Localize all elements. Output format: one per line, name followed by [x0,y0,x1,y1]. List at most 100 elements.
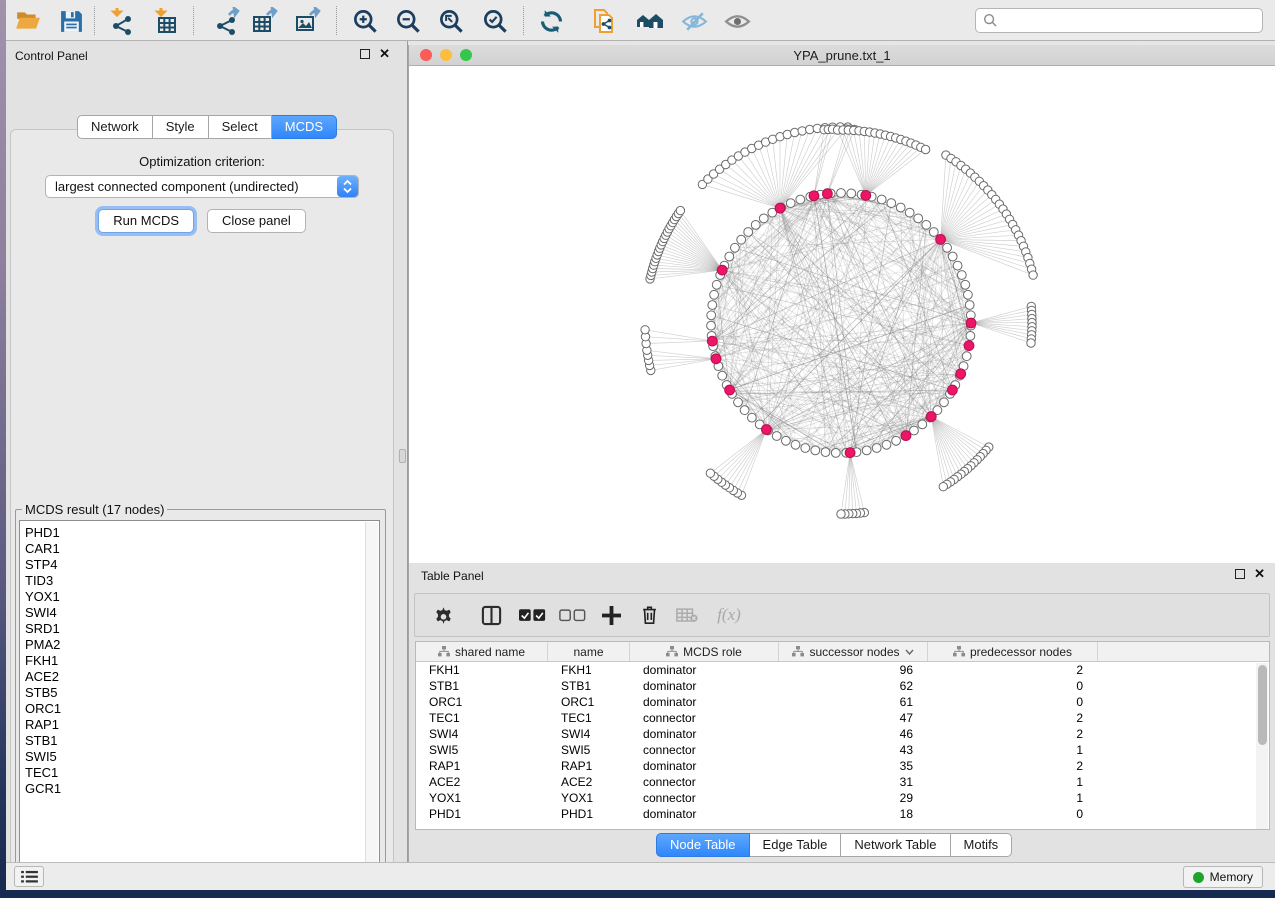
table-cell[interactable]: 43 [779,742,928,758]
table-cell[interactable]: STB1 [548,678,630,694]
column-header-successor-nodes[interactable]: successor nodes [779,642,928,661]
result-item[interactable]: TEC1 [25,765,379,781]
table-cell[interactable] [1098,726,1269,742]
table-cell[interactable] [1098,758,1269,774]
tab-mcds[interactable]: MCDS [272,115,337,139]
table-cell[interactable]: RAP1 [416,758,548,774]
column-header-name[interactable]: name [548,642,630,661]
table-cell[interactable]: 46 [779,726,928,742]
delete-column-button[interactable] [630,598,668,632]
table-cell[interactable]: TEC1 [548,710,630,726]
table-scrollbar[interactable] [1256,663,1268,829]
table-cell[interactable] [1098,742,1269,758]
refresh-button[interactable] [534,4,568,38]
table-cell[interactable] [1098,774,1269,790]
function-builder-button[interactable]: f(x) [706,598,752,632]
table-cell[interactable]: ACE2 [548,774,630,790]
result-item[interactable]: ORC1 [25,701,379,717]
table-cell[interactable]: SWI5 [548,742,630,758]
result-item[interactable]: CAR1 [25,541,379,557]
network-canvas-svg[interactable] [409,66,1275,563]
table-row[interactable]: YOX1YOX1connector291 [416,790,1269,806]
table-row[interactable]: STB1STB1dominator620 [416,678,1269,694]
close-panel-button[interactable]: Close panel [207,209,306,233]
table-cell[interactable]: PHD1 [548,806,630,822]
run-mcds-button[interactable]: Run MCDS [98,209,194,233]
export-network-button[interactable] [209,4,243,38]
close-panel-icon[interactable]: ✕ [379,49,390,59]
tab-node-table[interactable]: Node Table [656,833,750,857]
table-row[interactable]: TEC1TEC1connector472 [416,710,1269,726]
column-header-predecessor-nodes[interactable]: predecessor nodes [928,642,1098,661]
zoom-in-button[interactable] [348,4,382,38]
table-cell[interactable]: dominator [630,678,779,694]
table-cell[interactable]: connector [630,710,779,726]
table-cell[interactable]: dominator [630,694,779,710]
result-item[interactable]: GCR1 [25,781,379,797]
table-cell[interactable] [1098,806,1269,822]
table-cell[interactable]: STB1 [416,678,548,694]
select-all-columns-button[interactable] [512,598,552,632]
result-item[interactable]: STB5 [25,685,379,701]
table-cell[interactable]: 2 [928,726,1098,742]
hide-selected-button[interactable] [677,4,711,38]
import-table-button[interactable] [149,4,183,38]
table-cell[interactable] [1098,662,1269,678]
tab-edge-table[interactable]: Edge Table [750,833,842,857]
result-item[interactable]: YOX1 [25,589,379,605]
table-cell[interactable]: RAP1 [548,758,630,774]
table-cell[interactable]: 35 [779,758,928,774]
tab-style[interactable]: Style [153,115,209,139]
delete-table-button[interactable] [668,598,706,632]
table-row[interactable]: RAP1RAP1dominator352 [416,758,1269,774]
table-cell[interactable]: SWI4 [416,726,548,742]
unselect-all-columns-button[interactable] [552,598,592,632]
splitter-grip[interactable] [399,449,406,463]
table-cell[interactable]: dominator [630,758,779,774]
search-input[interactable] [1003,13,1243,28]
table-cell[interactable]: FKH1 [548,662,630,678]
table-row[interactable]: PHD1PHD1dominator180 [416,806,1269,822]
tab-select[interactable]: Select [209,115,272,139]
float-panel-icon[interactable] [360,49,370,59]
save-session-button[interactable] [54,4,88,38]
table-cell[interactable]: 96 [779,662,928,678]
table-cell[interactable]: 29 [779,790,928,806]
result-item[interactable]: SRD1 [25,621,379,637]
result-item[interactable]: STB1 [25,733,379,749]
table-cell[interactable]: YOX1 [548,790,630,806]
table-row[interactable]: ACE2ACE2connector311 [416,774,1269,790]
table-cell[interactable]: 47 [779,710,928,726]
result-item[interactable]: STP4 [25,557,379,573]
table-cell[interactable]: connector [630,790,779,806]
table-cell[interactable]: 1 [928,790,1098,806]
table-cell[interactable]: 61 [779,694,928,710]
zoom-out-button[interactable] [391,4,425,38]
result-item[interactable]: SWI4 [25,605,379,621]
memory-button[interactable]: Memory [1183,866,1263,888]
result-item[interactable]: PHD1 [25,525,379,541]
table-cell[interactable]: dominator [630,662,779,678]
table-cell[interactable]: SWI5 [416,742,548,758]
first-neighbors-button[interactable] [633,4,667,38]
table-cell[interactable]: PHD1 [416,806,548,822]
table-cell[interactable] [1098,694,1269,710]
result-item[interactable]: ACE2 [25,669,379,685]
result-item[interactable]: TID3 [25,573,379,589]
table-row[interactable]: SWI4SWI4dominator462 [416,726,1269,742]
table-cell[interactable]: ACE2 [416,774,548,790]
table-cell[interactable]: FKH1 [416,662,548,678]
column-header-shared-name[interactable]: shared name [416,642,548,661]
vertical-splitter[interactable] [398,41,408,862]
table-cell[interactable]: connector [630,742,779,758]
result-scrollbar-track[interactable] [365,522,378,876]
table-cell[interactable]: 0 [928,806,1098,822]
table-cell[interactable]: SWI4 [548,726,630,742]
table-cell[interactable]: ORC1 [548,694,630,710]
table-cell[interactable]: ORC1 [416,694,548,710]
table-cell[interactable]: 1 [928,774,1098,790]
zoom-fit-button[interactable] [434,4,468,38]
float-table-panel-icon[interactable] [1235,569,1245,579]
table-row[interactable]: FKH1FKH1dominator962 [416,662,1269,678]
table-scrollbar-thumb[interactable] [1258,665,1267,745]
